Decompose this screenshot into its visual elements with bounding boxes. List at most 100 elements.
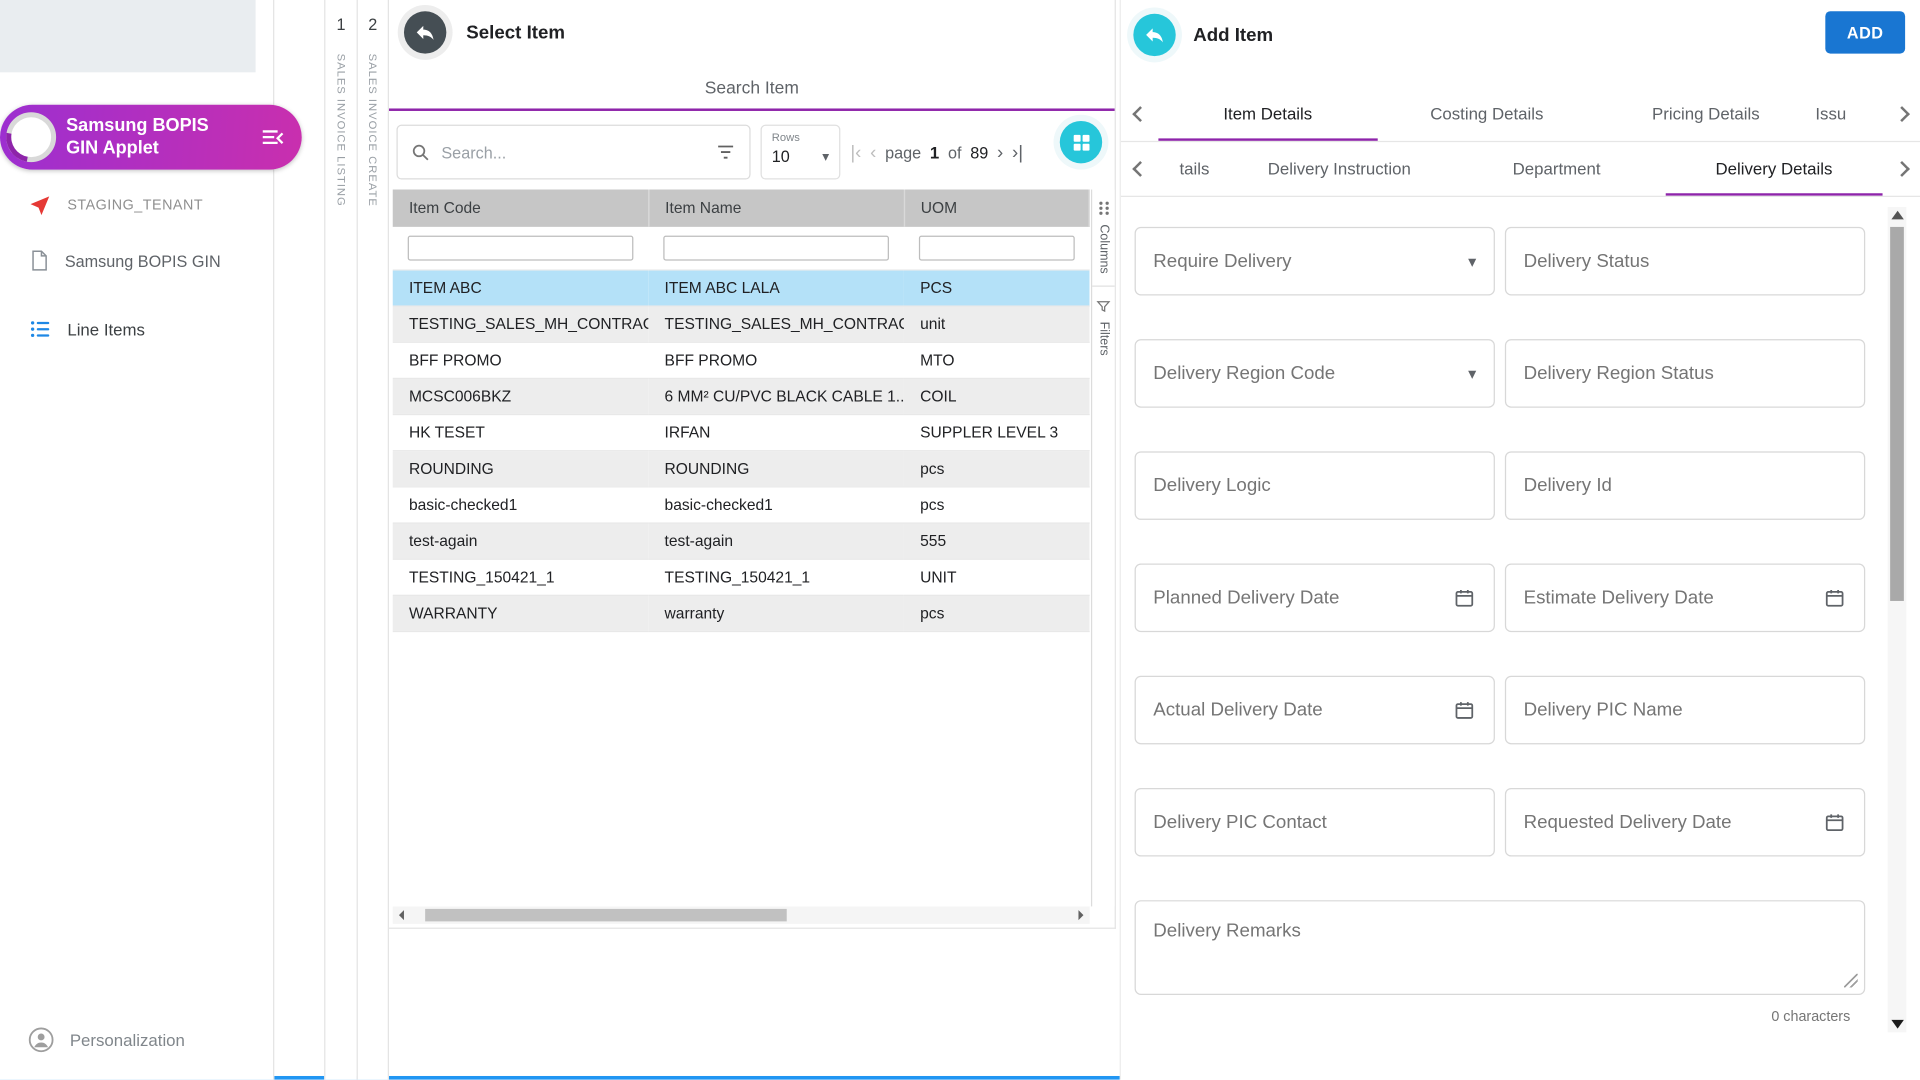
- dropdown-caret-icon[interactable]: ▾: [1468, 251, 1476, 271]
- table-cell[interactable]: PCS: [904, 269, 1089, 305]
- tab-item-details[interactable]: Item Details: [1158, 87, 1377, 141]
- tabs-scroll-left-icon[interactable]: [1121, 142, 1158, 196]
- last-page-button[interactable]: ›|: [1012, 142, 1023, 163]
- table-row[interactable]: WARRANTYwarrantypcs: [393, 595, 1089, 631]
- tabs-scroll-right-icon[interactable]: [1883, 142, 1920, 196]
- field-delivery-remarks[interactable]: Delivery Remarks: [1135, 900, 1866, 995]
- rows-per-page-select[interactable]: Rows 10 ▾: [761, 125, 841, 180]
- table-cell[interactable]: test-again: [648, 522, 904, 558]
- table-cell[interactable]: pcs: [904, 450, 1089, 486]
- column-header-uom[interactable]: UOM: [904, 190, 1089, 227]
- tab-department[interactable]: Department: [1448, 142, 1665, 196]
- field-delivery-logic[interactable]: Delivery Logic: [1135, 451, 1495, 520]
- table-row[interactable]: BFF PROMOBFF PROMOMTO: [393, 342, 1089, 378]
- table-cell[interactable]: HK TESET: [393, 414, 649, 450]
- dropdown-caret-icon[interactable]: ▾: [1468, 363, 1476, 383]
- table-row[interactable]: HK TESETIRFANSUPPLER LEVEL 3: [393, 414, 1089, 450]
- sidebar-item-applet[interactable]: Samsung BOPIS GIN: [0, 242, 273, 279]
- sidebar-item-tenant[interactable]: STAGING_TENANT: [0, 187, 273, 224]
- scroll-right-arrow[interactable]: [1072, 906, 1089, 923]
- horizontal-scrollbar[interactable]: [393, 906, 1090, 923]
- tab-costing-details[interactable]: Costing Details: [1377, 87, 1596, 141]
- table-row[interactable]: ROUNDINGROUNDINGpcs: [393, 450, 1089, 486]
- scroll-track[interactable]: [410, 906, 1072, 923]
- prev-page-button[interactable]: ‹: [870, 142, 876, 163]
- table-cell[interactable]: WARRANTY: [393, 595, 649, 631]
- tab-tails[interactable]: tails: [1158, 142, 1230, 196]
- table-cell[interactable]: COIL: [904, 378, 1089, 414]
- table-cell[interactable]: unit: [904, 305, 1089, 341]
- table-row[interactable]: MCSC006BKZ6 MM² CU/PVC BLACK CABLE 1...C…: [393, 378, 1089, 414]
- field-delivery-region-code[interactable]: Delivery Region Code▾: [1135, 339, 1495, 408]
- menu-collapse-icon[interactable]: [259, 123, 286, 150]
- field-delivery-status[interactable]: Delivery Status: [1505, 227, 1865, 296]
- filter-input-uom[interactable]: [919, 235, 1074, 260]
- tabs-scroll-right-icon[interactable]: [1883, 87, 1920, 141]
- filter-list-icon[interactable]: [714, 141, 736, 163]
- field-requested-delivery-date[interactable]: Requested Delivery Date: [1505, 788, 1865, 857]
- tab-delivery-details[interactable]: Delivery Details: [1665, 142, 1882, 196]
- calendar-icon[interactable]: [1453, 586, 1477, 610]
- table-cell[interactable]: pcs: [904, 595, 1089, 631]
- search-input[interactable]: [441, 143, 704, 162]
- table-cell[interactable]: ROUNDING: [648, 450, 904, 486]
- calendar-icon[interactable]: [1823, 810, 1847, 834]
- field-estimate-delivery-date[interactable]: Estimate Delivery Date: [1505, 564, 1865, 633]
- table-cell[interactable]: pcs: [904, 486, 1089, 522]
- table-cell[interactable]: TESTING_SALES_MH_CONTRACT: [648, 305, 904, 341]
- field-actual-delivery-date[interactable]: Actual Delivery Date: [1135, 676, 1495, 745]
- next-page-button[interactable]: ›: [997, 142, 1003, 163]
- filters-tool[interactable]: Filters: [1096, 300, 1111, 356]
- columns-tool[interactable]: Columns: [1097, 199, 1111, 273]
- table-cell[interactable]: SUPPLER LEVEL 3: [904, 414, 1089, 450]
- tab-pricing-details[interactable]: Pricing Details: [1596, 87, 1815, 141]
- sidebar-item-personalization[interactable]: Personalization: [0, 1020, 273, 1060]
- scroll-left-arrow[interactable]: [393, 906, 410, 923]
- applet-switcher[interactable]: Samsung BOPIS GIN Applet: [0, 105, 302, 170]
- table-cell[interactable]: MTO: [904, 342, 1089, 378]
- first-page-button[interactable]: |‹: [850, 142, 861, 163]
- table-row[interactable]: ITEM ABCITEM ABC LALAPCS: [393, 269, 1089, 305]
- scroll-thumb[interactable]: [425, 909, 787, 921]
- field-require-delivery[interactable]: Require Delivery▾: [1135, 227, 1495, 296]
- vertical-tab-sales-invoice-create[interactable]: 2 SALES INVOICE CREATE: [357, 0, 389, 1080]
- back-button[interactable]: [404, 11, 446, 53]
- table-row[interactable]: TESTING_SALES_MH_CONTRACTTESTING_SALES_M…: [393, 305, 1089, 341]
- table-row[interactable]: TESTING_150421_1TESTING_150421_1UNIT: [393, 559, 1089, 595]
- table-cell[interactable]: warranty: [648, 595, 904, 631]
- table-cell[interactable]: TESTING_SALES_MH_CONTRACT: [393, 305, 649, 341]
- table-cell[interactable]: ITEM ABC LALA: [648, 269, 904, 305]
- tab-delivery-instruction[interactable]: Delivery Instruction: [1231, 142, 1448, 196]
- field-delivery-id[interactable]: Delivery Id: [1505, 451, 1865, 520]
- table-cell[interactable]: 6 MM² CU/PVC BLACK CABLE 1...: [648, 378, 904, 414]
- resize-handle-icon[interactable]: [1844, 974, 1858, 988]
- field-planned-delivery-date[interactable]: Planned Delivery Date: [1135, 564, 1495, 633]
- table-cell[interactable]: BFF PROMO: [393, 342, 649, 378]
- table-cell[interactable]: TESTING_150421_1: [648, 559, 904, 595]
- table-cell[interactable]: TESTING_150421_1: [393, 559, 649, 595]
- scroll-down-arrow[interactable]: [1888, 1015, 1907, 1032]
- vertical-scrollbar[interactable]: [1888, 207, 1907, 1032]
- layout-grid-button[interactable]: [1060, 121, 1102, 163]
- table-cell[interactable]: test-again: [393, 522, 649, 558]
- calendar-icon[interactable]: [1453, 698, 1477, 722]
- scroll-thumb[interactable]: [1890, 227, 1904, 601]
- tab-issu[interactable]: Issu: [1815, 87, 1882, 141]
- table-cell[interactable]: ROUNDING: [393, 450, 649, 486]
- filter-input-item-code[interactable]: [408, 235, 634, 260]
- field-delivery-region-status[interactable]: Delivery Region Status: [1505, 339, 1865, 408]
- table-row[interactable]: test-againtest-again555: [393, 522, 1089, 558]
- table-row[interactable]: basic-checked1basic-checked1pcs: [393, 486, 1089, 522]
- back-button[interactable]: [1133, 14, 1175, 56]
- table-cell[interactable]: UNIT: [904, 559, 1089, 595]
- table-cell[interactable]: ITEM ABC: [393, 269, 649, 305]
- table-cell[interactable]: 555: [904, 522, 1089, 558]
- vertical-tab-sales-invoice-listing[interactable]: 1 SALES INVOICE LISTING: [324, 0, 356, 1080]
- field-delivery-pic-contact[interactable]: Delivery PIC Contact: [1135, 788, 1495, 857]
- tabs-scroll-left-icon[interactable]: [1121, 87, 1158, 141]
- table-cell[interactable]: MCSC006BKZ: [393, 378, 649, 414]
- filter-input-item-name[interactable]: [663, 235, 889, 260]
- table-cell[interactable]: BFF PROMO: [648, 342, 904, 378]
- table-cell[interactable]: basic-checked1: [648, 486, 904, 522]
- column-header-item-code[interactable]: Item Code: [393, 190, 649, 227]
